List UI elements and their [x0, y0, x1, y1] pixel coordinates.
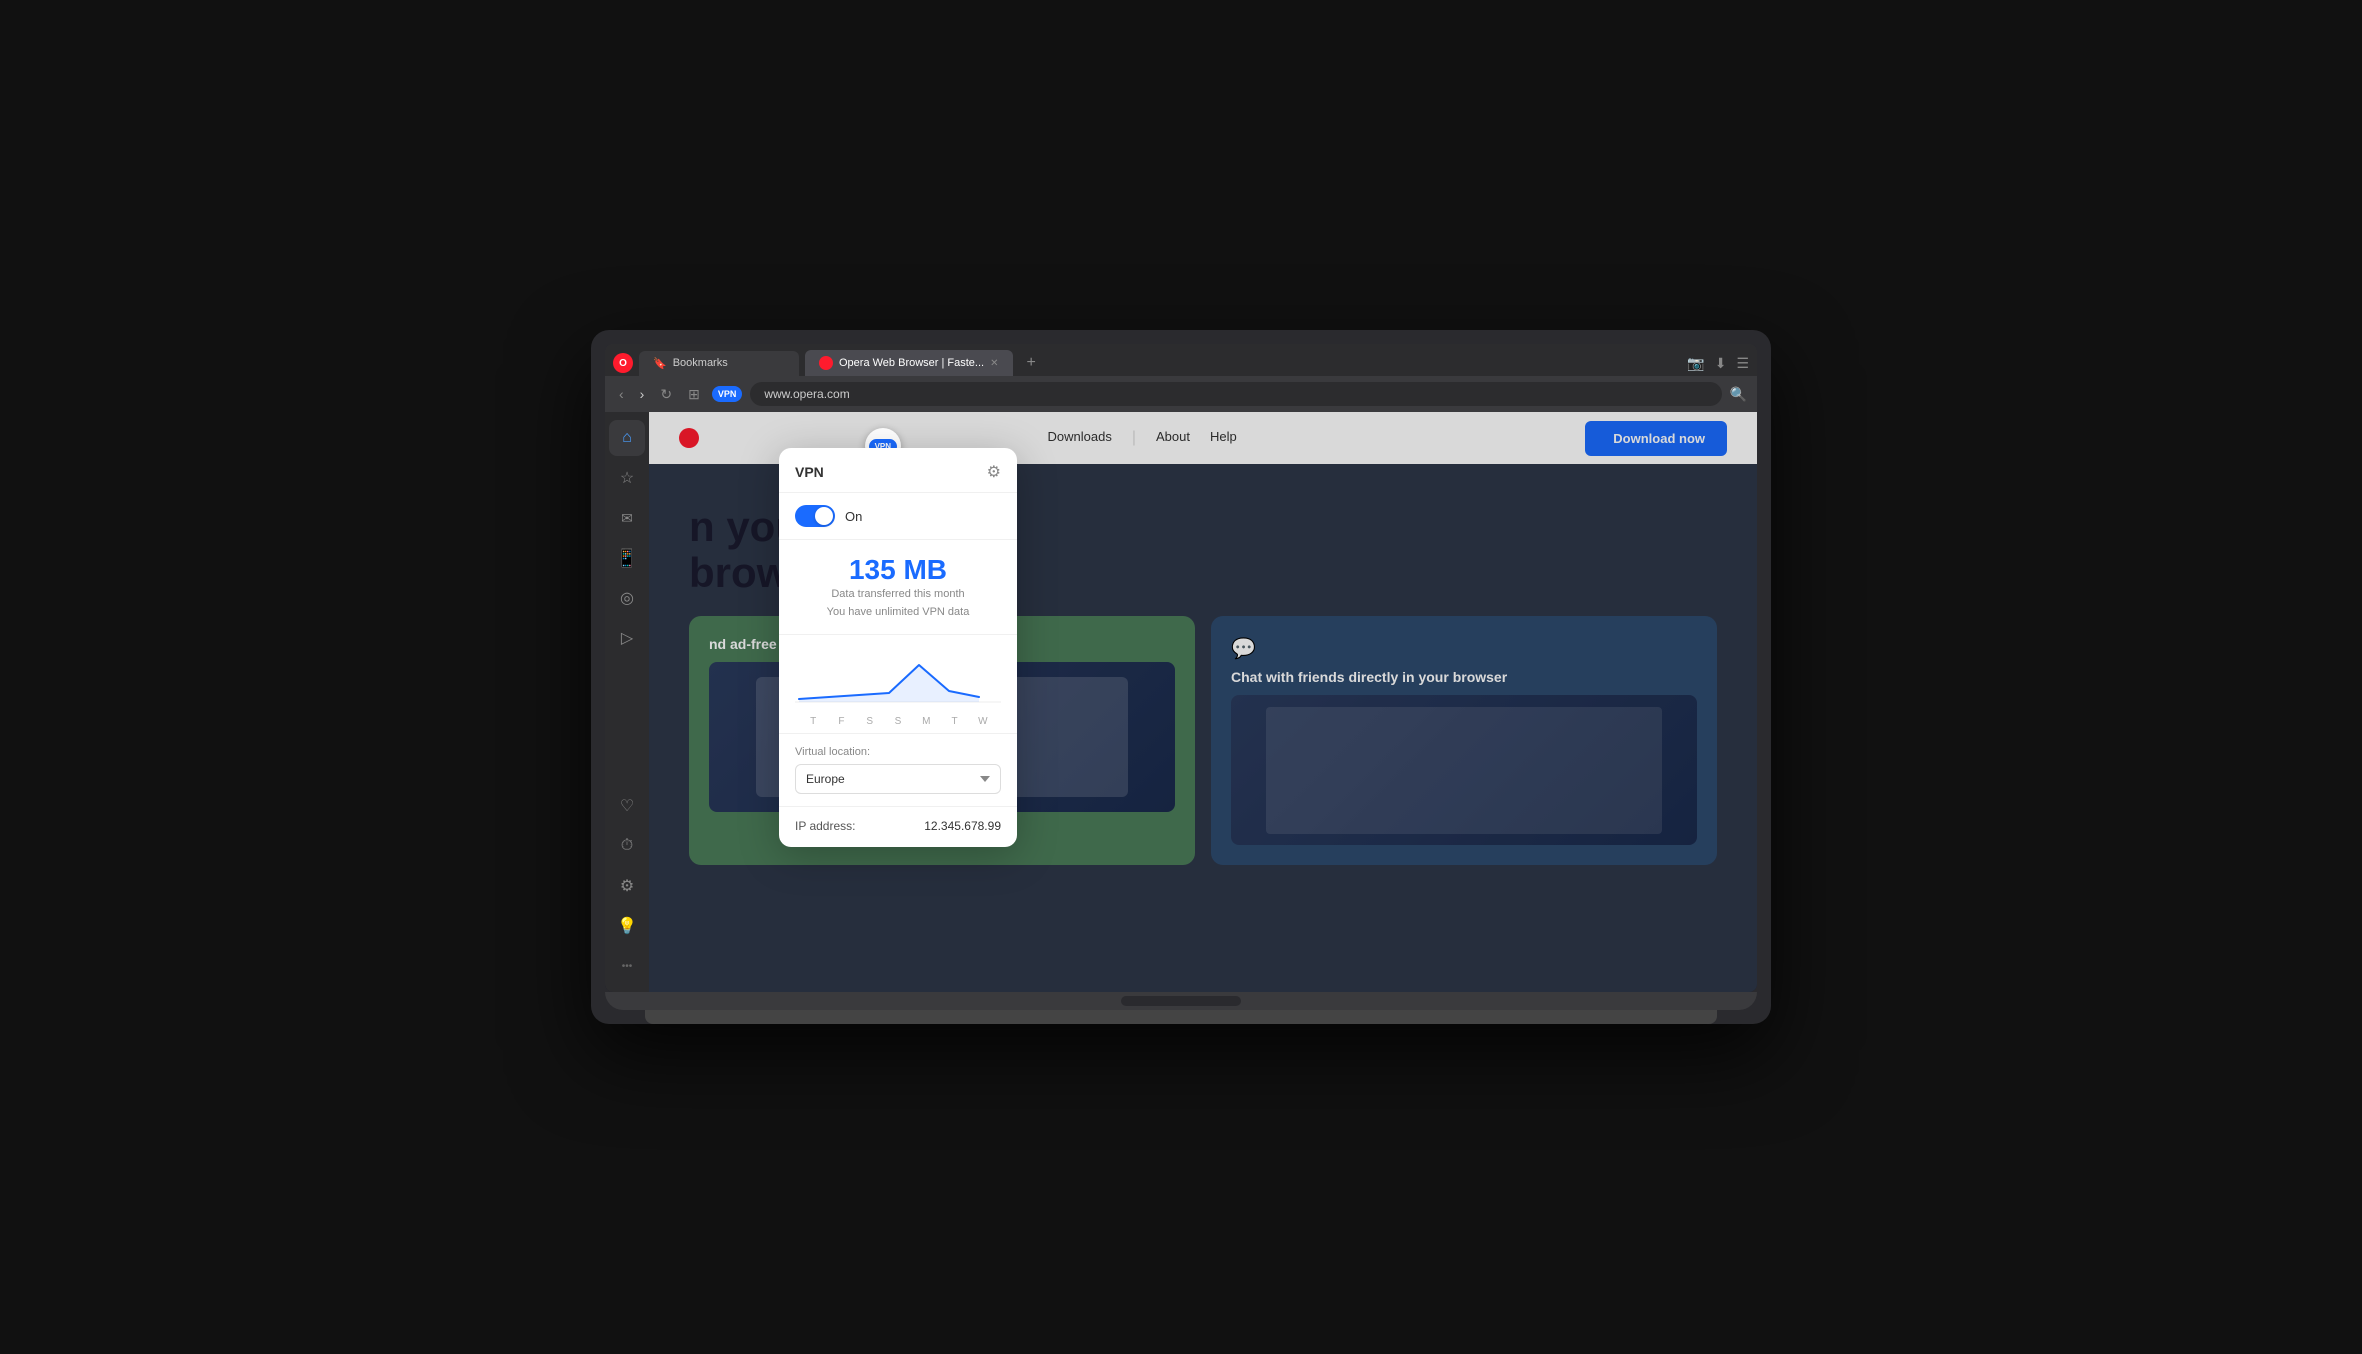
vpn-unlimited-label: You have unlimited VPN data [795, 606, 1001, 618]
browser-nav-right: 📷 ⬇ ☰ [1687, 355, 1749, 372]
sidebar-item-whatsapp[interactable]: 📱 [609, 540, 645, 576]
camera-icon[interactable]: 📷 [1687, 355, 1704, 372]
vpn-location-select[interactable]: Europe Americas Asia [795, 764, 1001, 794]
content-area: Downloads | About Help Download now n yo [649, 412, 1757, 992]
chart-label-w: W [969, 716, 997, 727]
laptop-notch [1121, 996, 1241, 1006]
address-bar[interactable]: www.opera.com [750, 382, 1721, 406]
nav-link-about[interactable]: About [1156, 429, 1190, 447]
tab-bar: O 🔖 Bookmarks Opera Web Browser | Faste.… [605, 344, 1757, 376]
search-icon[interactable]: 🔍 [1730, 386, 1747, 403]
vpn-settings-icon[interactable]: ⚙ [987, 462, 1001, 482]
opera-logo-icon: O [613, 353, 633, 373]
laptop-screen: O 🔖 Bookmarks Opera Web Browser | Faste.… [605, 344, 1757, 992]
vpn-location-label: Virtual location: [795, 746, 1001, 758]
browser-nav-bar: ‹ › ↻ ⊞ VPN VPN www.opera.com 🔍 [605, 376, 1757, 412]
sidebar-item-messenger[interactable]: ✉ [609, 500, 645, 536]
nav-forward-button[interactable]: › [636, 384, 649, 404]
laptop-base [645, 1010, 1717, 1024]
hero-card-chat: 💬 Chat with friends directly in your bro… [1211, 616, 1717, 865]
tab-bookmarks-label: Bookmarks [673, 357, 728, 369]
chart-label-f: F [827, 716, 855, 727]
nav-link-help[interactable]: Help [1210, 429, 1237, 447]
chart-label-m: M [912, 716, 940, 727]
sidebar-item-settings[interactable]: ⚙ [609, 868, 645, 904]
website-nav-links: Downloads | About Help [1048, 429, 1237, 447]
chart-labels: T F S S M T W [795, 716, 1001, 727]
tab-opera-label: Opera Web Browser | Faste... [839, 357, 984, 369]
vpn-data-amount: 135 MB [795, 556, 1001, 584]
vpn-popup: VPN ⚙ On 135 MB Data transferred this mo… [779, 448, 1017, 847]
tab-opera[interactable]: Opera Web Browser | Faste... ✕ [805, 350, 1013, 376]
download-icon[interactable]: ⬇ [1715, 355, 1727, 372]
vpn-toggle-row: On [779, 493, 1017, 540]
chart-label-t1: T [799, 716, 827, 727]
vpn-popup-title: VPN [795, 464, 824, 480]
sidebar-item-bookmarks[interactable]: ☆ [609, 460, 645, 496]
chat-card-icon: 💬 [1231, 636, 1697, 661]
nav-back-button[interactable]: ‹ [615, 384, 628, 404]
vpn-popup-header: VPN ⚙ [779, 448, 1017, 493]
vpn-badge[interactable]: VPN [712, 386, 743, 402]
browser-body: ⌂ ☆ ✉ 📱 ◎ ▷ ♡ ⏱ ⚙ 💡 ••• Downloads [605, 412, 1757, 992]
sidebar-more[interactable]: ••• [609, 948, 645, 984]
nav-search: 🔍 [1730, 386, 1747, 403]
card-screenshot-chat [1231, 695, 1697, 845]
nav-refresh-button[interactable]: ↻ [656, 384, 676, 405]
tab-opera-favicon [819, 356, 833, 370]
vpn-toggle-label: On [845, 509, 862, 524]
nav-link-downloads[interactable]: Downloads [1048, 429, 1112, 447]
menu-icon[interactable]: ☰ [1736, 355, 1749, 372]
bookmark-icon: 🔖 [653, 357, 667, 370]
sidebar-item-tips[interactable]: 💡 [609, 908, 645, 944]
browser-chrome: O 🔖 Bookmarks Opera Web Browser | Faste.… [605, 344, 1757, 412]
sidebar-item-history[interactable]: ⏱ [609, 828, 645, 864]
sidebar: ⌂ ☆ ✉ 📱 ◎ ▷ ♡ ⏱ ⚙ 💡 ••• [605, 412, 649, 992]
toggle-knob [815, 507, 833, 525]
opera-nav-logo-icon [679, 428, 699, 448]
vpn-data-section: 135 MB Data transferred this month You h… [779, 540, 1017, 635]
tab-bookmarks[interactable]: 🔖 Bookmarks [639, 351, 799, 376]
vpn-ip-value: 12.345.678.99 [924, 819, 1001, 833]
sidebar-item-home[interactable]: ⌂ [609, 420, 645, 456]
chart-label-s2: S [884, 716, 912, 727]
tab-close-icon[interactable]: ✕ [990, 358, 998, 369]
address-text: www.opera.com [764, 387, 849, 401]
nav-grid-button[interactable]: ⊞ [684, 384, 704, 405]
card-screenshot-chat-inner [1231, 695, 1697, 845]
laptop-frame: O 🔖 Bookmarks Opera Web Browser | Faste.… [591, 330, 1771, 1024]
laptop-bottom [605, 992, 1757, 1010]
vpn-chart: T F S S M T W [779, 635, 1017, 734]
tab-add-button[interactable]: + [1019, 350, 1044, 376]
hero-card-chat-title: Chat with friends directly in your brows… [1231, 669, 1697, 685]
sidebar-item-player[interactable]: ▷ [609, 620, 645, 656]
chart-label-s1: S [856, 716, 884, 727]
vpn-ip-row: IP address: 12.345.678.99 [779, 807, 1017, 847]
chart-label-t2: T [940, 716, 968, 727]
vpn-chart-svg [795, 647, 1001, 707]
sidebar-item-favorites[interactable]: ♡ [609, 788, 645, 824]
vpn-location: Virtual location: Europe Americas Asia [779, 734, 1017, 807]
vpn-toggle[interactable] [795, 505, 835, 527]
vpn-ip-label: IP address: [795, 819, 855, 833]
vpn-data-label: Data transferred this month [795, 588, 1001, 600]
download-now-button[interactable]: Download now [1585, 421, 1727, 456]
sidebar-item-news[interactable]: ◎ [609, 580, 645, 616]
